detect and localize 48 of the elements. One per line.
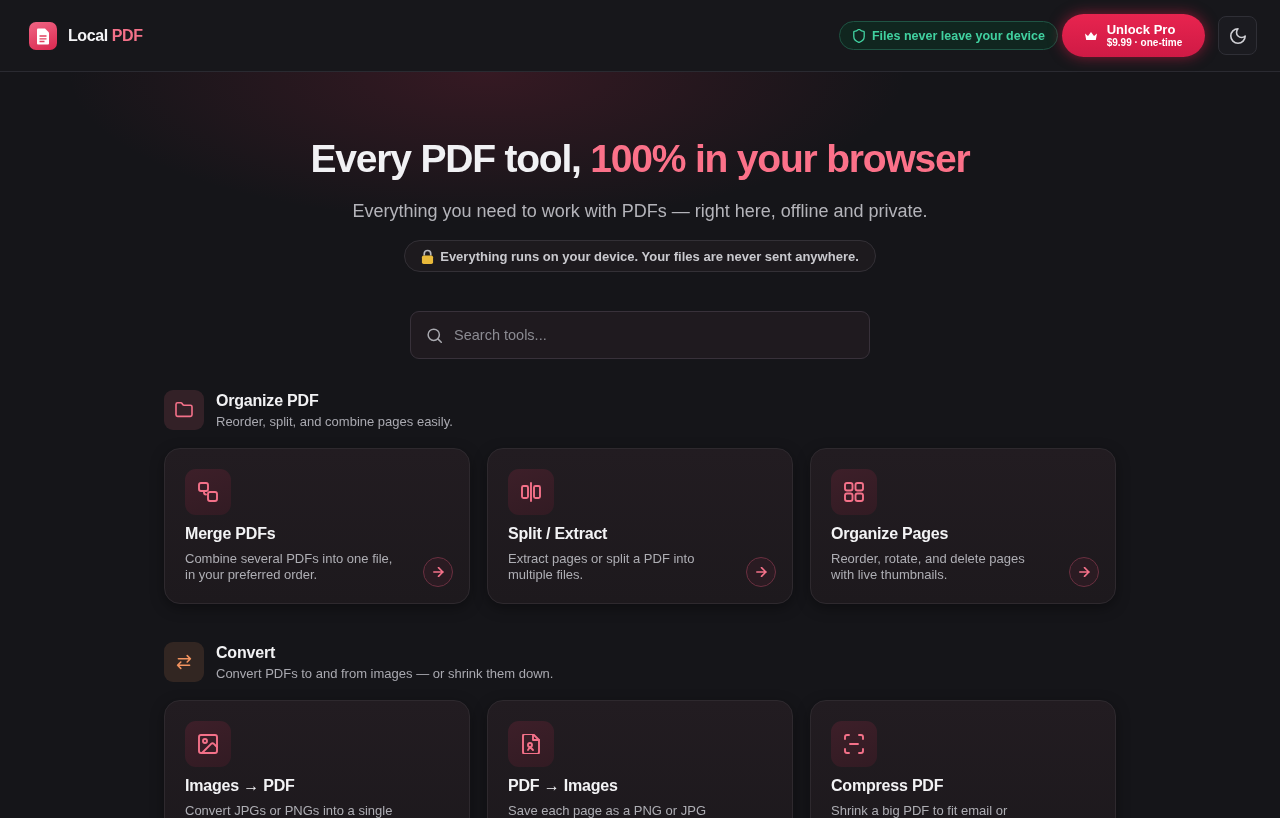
open-tool-button[interactable] bbox=[423, 557, 453, 587]
tool-title: PDF → Images bbox=[508, 776, 618, 796]
shield-icon bbox=[852, 28, 865, 43]
hero-title: Every PDF tool, 100% in your browser bbox=[310, 136, 970, 182]
two-squares-icon bbox=[185, 469, 231, 515]
tool-title: Merge PDFs bbox=[185, 524, 276, 544]
arrow-right-icon bbox=[1078, 567, 1090, 577]
tool-description: Save each page as a PNG or JPG bbox=[508, 803, 706, 818]
theme-toggle-button[interactable] bbox=[1218, 16, 1257, 55]
section-description: Reorder, split, and combine pages easily. bbox=[216, 413, 453, 430]
tool-card[interactable]: Images → PDF Convert JPGs or PNGs into a single bbox=[164, 700, 470, 818]
document-logo-icon bbox=[29, 21, 57, 50]
tool-card[interactable]: Organize Pages Reorder, rotate, and delete pages with live thumbnails. bbox=[810, 448, 1116, 604]
split-columns-icon bbox=[508, 469, 554, 515]
unlock-pro-button[interactable]: Unlock Pro $9.99 · one-time bbox=[1062, 14, 1205, 57]
open-tool-button[interactable] bbox=[746, 557, 776, 587]
file-image-icon bbox=[508, 721, 554, 767]
tool-card[interactable]: Split / Extract Extract pages or split a PDF into multiple files. bbox=[487, 448, 793, 604]
tool-description: Reorder, rotate, and delete pages with live thumbnails. bbox=[831, 551, 1026, 583]
tool-description: Combine several PDFs into one file, in your preferred order. bbox=[185, 551, 394, 583]
tool-card[interactable]: Compress PDF Shrink a big PDF to fit email or bbox=[810, 700, 1116, 818]
tool-title: Compress PDF bbox=[831, 776, 944, 796]
crown-icon bbox=[1084, 31, 1097, 40]
scan-frame-icon bbox=[831, 721, 877, 767]
arrow-right-icon bbox=[432, 567, 444, 577]
tool-description: Extract pages or split a PDF into multiple files. bbox=[508, 551, 696, 583]
tool-title: Images → PDF bbox=[185, 776, 295, 796]
notice-text: Everything runs on your device. Your files are never sent anywhere. bbox=[440, 248, 859, 264]
open-tool-button[interactable] bbox=[1069, 557, 1099, 587]
image-icon bbox=[185, 721, 231, 767]
grid-icon bbox=[831, 469, 877, 515]
tool-card[interactable]: Merge PDFs Combine several PDFs into one file, in your preferred order. bbox=[164, 448, 470, 604]
tool-title: Organize Pages bbox=[831, 524, 949, 544]
tool-description: Convert JPGs or PNGs into a single bbox=[185, 803, 393, 818]
privacy-label: Files never leave your device bbox=[871, 28, 1045, 43]
tool-description: Shrink a big PDF to fit email or bbox=[831, 803, 1008, 818]
moon-icon bbox=[1229, 27, 1246, 44]
search-field[interactable]: Search tools... bbox=[410, 311, 870, 359]
brand-name: Local PDF bbox=[68, 26, 143, 45]
section-title: Convert bbox=[216, 642, 277, 663]
section-title: Organize PDF bbox=[216, 390, 320, 411]
tool-title: Split / Extract bbox=[508, 524, 608, 544]
section-description: Convert PDFs to and from images — or shrink them down. bbox=[216, 665, 554, 682]
search-icon bbox=[427, 327, 442, 343]
arrow-right-icon bbox=[755, 567, 767, 577]
padlock-icon bbox=[421, 248, 435, 264]
tool-card[interactable]: PDF → Images Save each page as a PNG or JPG bbox=[487, 700, 793, 818]
hero-subtitle: Everything you need to work with PDFs — right here, offline and private. bbox=[352, 200, 928, 223]
